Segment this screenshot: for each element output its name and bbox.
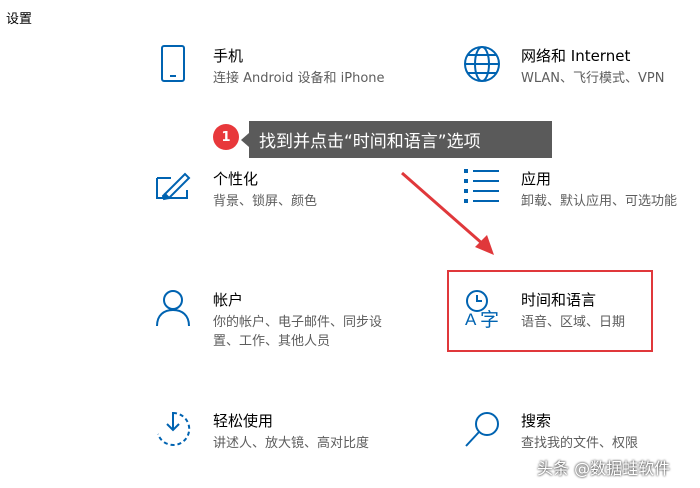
pointer-arrow bbox=[401, 171, 494, 255]
highlight-box bbox=[447, 270, 653, 352]
watermark: 头条 @数据蛙软件 bbox=[537, 459, 671, 478]
